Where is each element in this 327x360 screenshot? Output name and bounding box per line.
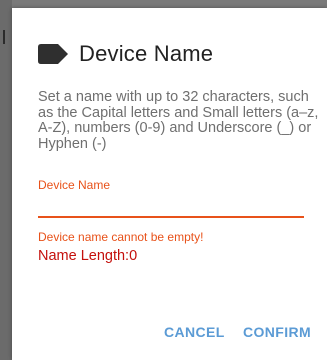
background-text-fragment — [3, 30, 5, 44]
confirm-button[interactable]: CONFIRM — [243, 324, 311, 340]
device-name-dialog: Device Name Set a name with up to 32 cha… — [12, 8, 327, 360]
dialog-title: Device Name — [79, 41, 214, 66]
dialog-description: Set a name with up to 32 characters, suc… — [38, 89, 319, 152]
dialog-header: Device Name — [38, 40, 213, 68]
device-name-input[interactable] — [38, 194, 304, 218]
device-name-label: Device Name — [38, 178, 111, 192]
cancel-button[interactable]: CANCEL — [164, 324, 225, 340]
error-message: Device name cannot be empty! — [38, 230, 204, 244]
background-app — [0, 0, 12, 360]
tag-icon — [38, 44, 68, 64]
name-length-indicator: Name Length:0 — [38, 248, 138, 264]
